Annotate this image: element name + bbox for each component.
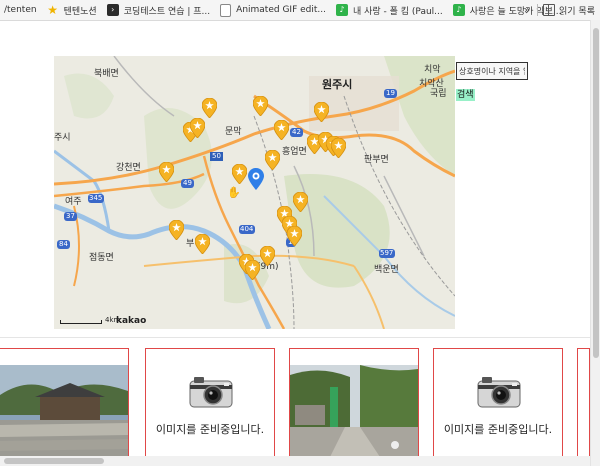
map-label-panbu: 판부면 (364, 155, 389, 165)
reading-list-icon (543, 4, 555, 16)
map-label-yeoju: 여주 (65, 197, 82, 207)
place-card-5[interactable] (577, 348, 590, 456)
bookmark-tentennotion[interactable]: ★ 텐텐노션 (43, 0, 103, 20)
melon-icon: ♪ (452, 4, 465, 16)
place-marker-icon[interactable] (274, 120, 289, 140)
search-input[interactable] (456, 62, 528, 80)
map-label-bu: 부 (186, 239, 195, 249)
bookmark-my-love[interactable]: ♪ 내 사랑 - 폴 킴 (Paul... (332, 0, 449, 20)
current-location-marker[interactable] (248, 168, 264, 190)
road-345: 345 (89, 194, 103, 202)
place-marker-icon[interactable] (260, 246, 275, 266)
place-marker-icon[interactable] (253, 96, 268, 116)
map-view[interactable]: 북배면 원주시 치악 치악산 국립 주시 문막 강천면 흥업면 판부면 여주 점… (54, 56, 455, 329)
place-card-2[interactable]: 이미지를 준비중입니다. (145, 348, 275, 456)
list-divider (0, 337, 590, 338)
place-marker-icon[interactable] (190, 118, 205, 138)
map-scale: 4km (60, 316, 120, 324)
programmers-icon: › (106, 4, 119, 16)
vertical-scrollbar[interactable] (590, 20, 600, 466)
road-42: 42 (292, 128, 301, 136)
hand-cursor-icon: ✋ (227, 186, 241, 199)
place-card-1[interactable] (0, 348, 129, 456)
map-label-jusi: 주시 (54, 133, 71, 143)
bookmarks-bar: /tenten ★ 텐텐노션 › 코딩테스트 연습 | 프... Animate… (0, 0, 600, 21)
place-photo (0, 365, 128, 456)
place-marker-icon[interactable] (159, 162, 174, 182)
place-marker-icon[interactable] (331, 138, 346, 158)
map-label-wonju: 원주시 (322, 78, 353, 91)
place-marker-icon[interactable] (169, 220, 184, 240)
no-image-text: 이미지를 준비중입니다. (443, 423, 553, 436)
horizontal-scrollbar[interactable] (0, 456, 590, 466)
vertical-scroll-thumb[interactable] (593, 28, 599, 358)
place-card-4[interactable]: 이미지를 준비중입니다. (433, 348, 563, 456)
no-image-text: 이미지를 준비중입니다. (155, 423, 265, 436)
road-50: 50 (212, 152, 221, 160)
bookmark-animated-gif[interactable]: Animated GIF edit... (216, 0, 332, 20)
map-label-munmak: 문막 (225, 127, 242, 137)
kakao-logo: kakao (116, 316, 147, 326)
map-label-gangcheon: 강천면 (116, 163, 141, 173)
place-card-3[interactable] (289, 348, 419, 456)
place-marker-icon[interactable] (232, 164, 247, 184)
place-marker-icon[interactable] (195, 234, 210, 254)
bookmark-coding-test[interactable]: › 코딩테스트 연습 | 프... (103, 0, 216, 20)
place-marker-icon[interactable] (314, 102, 329, 122)
map-label-chiak: 치악 (424, 65, 441, 75)
place-marker-icon[interactable] (293, 192, 308, 212)
map-label-baekun: 백운면 (374, 265, 399, 275)
place-marker-icon[interactable] (287, 226, 302, 246)
bookmarks-more-button[interactable]: » (524, 0, 530, 20)
road-84: 84 (59, 240, 68, 248)
place-marker-icon[interactable] (202, 98, 217, 118)
road-37: 37 (66, 212, 75, 220)
bookmark-tenten[interactable]: /tenten (0, 0, 43, 20)
road-49: 49 (183, 179, 192, 187)
place-marker-icon[interactable] (265, 150, 280, 170)
star-icon: ★ (47, 3, 58, 17)
melon-icon: ♪ (335, 4, 348, 16)
bookmarks-separator (537, 4, 538, 16)
road-404: 404 (240, 225, 254, 233)
map-label-guknip: 국립 (430, 89, 447, 99)
map-label-bukbae: 북배면 (94, 69, 119, 79)
scale-bar (60, 320, 102, 324)
road-597: 597 (380, 249, 394, 257)
reading-list-button[interactable]: 읽기 목록 (543, 0, 595, 20)
file-icon (220, 3, 232, 17)
map-label-heungeop: 흥업면 (282, 147, 307, 157)
camera-icon (477, 377, 521, 408)
place-photo (290, 365, 418, 456)
camera-icon (189, 377, 233, 408)
place-marker-icon[interactable] (245, 260, 260, 280)
road-19: 19 (386, 89, 395, 97)
horizontal-scroll-thumb[interactable] (4, 458, 104, 464)
map-label-jeongdong: 점동면 (89, 253, 114, 263)
search-button[interactable]: 검색 (456, 89, 475, 101)
